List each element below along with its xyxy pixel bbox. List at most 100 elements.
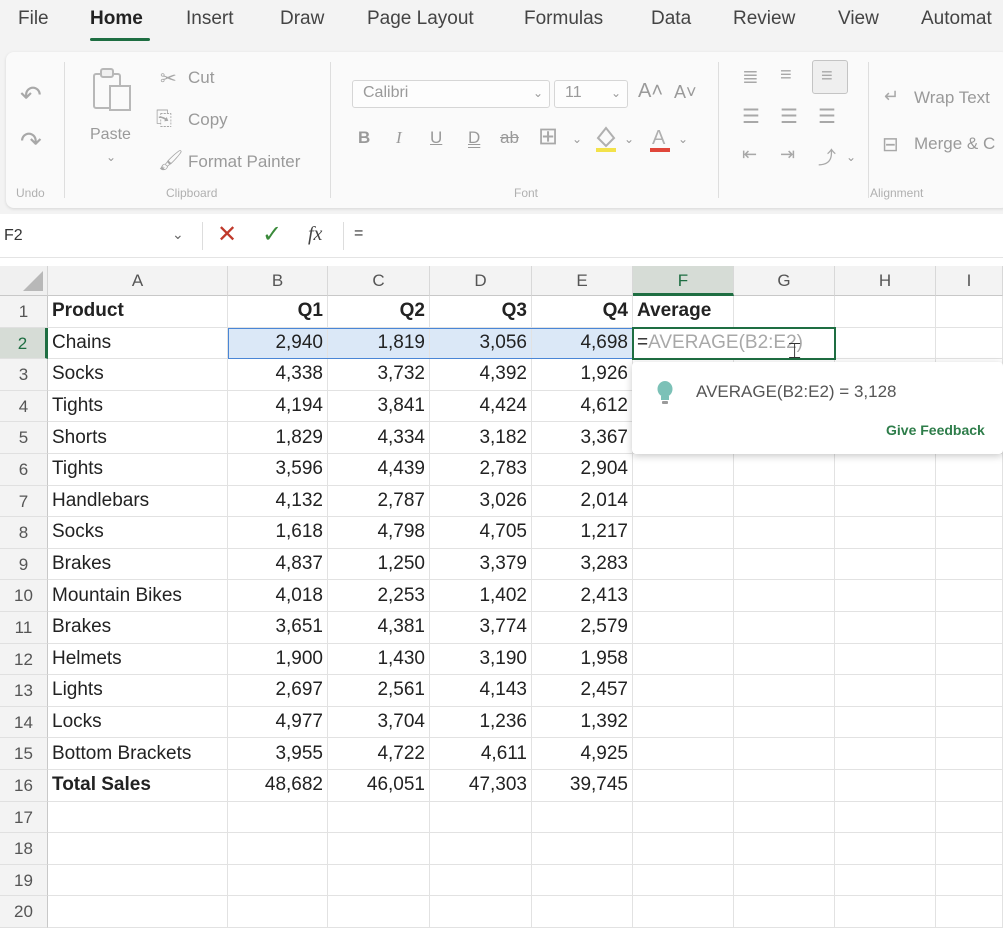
active-cell-editor[interactable]: = AVERAGE(B2:E2): [632, 326, 836, 361]
cell[interactable]: [734, 801, 835, 834]
cell[interactable]: Shorts: [48, 422, 228, 454]
chevron-down-icon[interactable]: ⌄: [846, 150, 856, 164]
cell[interactable]: 1,900: [228, 643, 328, 676]
cell[interactable]: [936, 675, 1003, 707]
cell[interactable]: [48, 801, 228, 834]
chevron-down-icon[interactable]: ⌄: [624, 132, 634, 146]
align-top-icon[interactable]: ≣: [742, 64, 759, 89]
cell[interactable]: 4,798: [328, 517, 430, 549]
name-box[interactable]: F2: [4, 227, 23, 245]
tab-automate[interactable]: Automat: [921, 8, 992, 30]
cell[interactable]: [430, 801, 532, 834]
row-header[interactable]: 13: [0, 675, 48, 707]
cell[interactable]: 2,783: [430, 454, 532, 486]
tab-formulas[interactable]: Formulas: [524, 8, 603, 30]
formula-input[interactable]: =: [354, 225, 363, 243]
cell[interactable]: [835, 580, 936, 612]
row-header[interactable]: 11: [0, 612, 48, 644]
underline-button[interactable]: U: [430, 128, 442, 148]
align-left-icon[interactable]: ☰: [742, 104, 760, 129]
shrink-font-button[interactable]: A˅: [674, 82, 697, 103]
insert-function-icon[interactable]: fx: [308, 223, 322, 246]
cell[interactable]: Locks: [48, 706, 228, 739]
cell[interactable]: 1,217: [532, 517, 633, 549]
cell[interactable]: [936, 548, 1003, 581]
cell[interactable]: 39,745: [532, 770, 633, 802]
cell[interactable]: [936, 833, 1003, 865]
row-header[interactable]: 15: [0, 738, 48, 770]
cell[interactable]: Product: [48, 296, 228, 328]
cell[interactable]: [835, 738, 936, 770]
cell[interactable]: [328, 801, 430, 834]
cell[interactable]: 1,829: [228, 422, 328, 454]
cell[interactable]: [936, 580, 1003, 612]
cell[interactable]: [430, 833, 532, 865]
cell[interactable]: [734, 643, 835, 676]
cell[interactable]: [633, 896, 734, 928]
cell[interactable]: 4,439: [328, 454, 430, 486]
chevron-down-icon[interactable]: ⌄: [172, 226, 184, 243]
cell[interactable]: [48, 864, 228, 897]
cell[interactable]: [633, 454, 734, 486]
tab-file[interactable]: File: [18, 8, 49, 30]
align-center-icon[interactable]: ☰: [780, 104, 798, 129]
cell[interactable]: 4,143: [430, 675, 532, 707]
row-header[interactable]: 10: [0, 580, 48, 612]
redo-icon[interactable]: ↷: [20, 126, 42, 157]
cell[interactable]: [835, 706, 936, 739]
cell[interactable]: 3,651: [228, 612, 328, 644]
cell[interactable]: 2,561: [328, 675, 430, 707]
cell[interactable]: [228, 864, 328, 897]
cell[interactable]: Total Sales: [48, 770, 228, 802]
cell[interactable]: Tights: [48, 454, 228, 486]
tab-home[interactable]: Home: [90, 8, 143, 30]
cell[interactable]: 1,392: [532, 706, 633, 739]
cell[interactable]: 46,051: [328, 770, 430, 802]
font-color-icon[interactable]: A: [646, 124, 674, 154]
bold-button[interactable]: B: [358, 128, 370, 148]
cell[interactable]: [835, 454, 936, 486]
cell[interactable]: 4,018: [228, 580, 328, 612]
row-header[interactable]: 12: [0, 643, 48, 676]
align-middle-icon[interactable]: ≡: [780, 64, 792, 87]
cell[interactable]: 2,697: [228, 675, 328, 707]
cell[interactable]: 4,132: [228, 485, 328, 518]
row-header[interactable]: 6: [0, 454, 48, 486]
cell[interactable]: Average: [633, 296, 734, 328]
cell[interactable]: Bottom Brackets: [48, 738, 228, 770]
tab-review[interactable]: Review: [733, 8, 795, 30]
cell[interactable]: 4,698: [532, 327, 633, 360]
cell[interactable]: 4,925: [532, 738, 633, 770]
cut-button[interactable]: Cut: [188, 68, 214, 88]
cell[interactable]: 4,705: [430, 517, 532, 549]
format-painter-button[interactable]: Format Painter: [188, 152, 300, 172]
cell[interactable]: [734, 612, 835, 644]
column-header-i[interactable]: I: [936, 266, 1003, 296]
cell[interactable]: [936, 643, 1003, 676]
cell[interactable]: 4,424: [430, 390, 532, 423]
cell[interactable]: Q2: [328, 296, 430, 328]
cell[interactable]: 2,787: [328, 485, 430, 518]
cell[interactable]: 3,774: [430, 612, 532, 644]
cell[interactable]: Brakes: [48, 548, 228, 581]
cell[interactable]: [633, 738, 734, 770]
increase-indent-icon[interactable]: ⇥: [780, 144, 795, 165]
column-header-b[interactable]: B: [228, 266, 328, 296]
cell[interactable]: 3,283: [532, 548, 633, 581]
cell[interactable]: [734, 770, 835, 802]
cell[interactable]: 2,413: [532, 580, 633, 612]
cell[interactable]: [835, 517, 936, 549]
cell[interactable]: Q3: [430, 296, 532, 328]
row-header[interactable]: 1: [0, 296, 48, 328]
cell[interactable]: 3,596: [228, 454, 328, 486]
tab-view[interactable]: View: [838, 8, 879, 30]
copy-button[interactable]: Copy: [188, 110, 228, 130]
cell[interactable]: [835, 833, 936, 865]
cell[interactable]: 1,430: [328, 643, 430, 676]
cell[interactable]: [328, 864, 430, 897]
cell[interactable]: Mountain Bikes: [48, 580, 228, 612]
cell[interactable]: 3,367: [532, 422, 633, 454]
cell[interactable]: 4,334: [328, 422, 430, 454]
cell[interactable]: [734, 580, 835, 612]
cell[interactable]: [936, 896, 1003, 928]
